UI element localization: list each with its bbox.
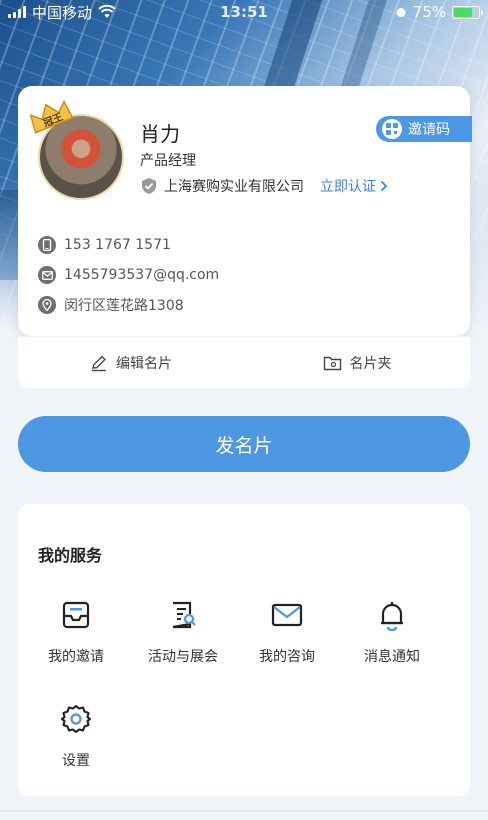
signal-icon (8, 6, 26, 18)
carrier-label: 中国移动 (32, 3, 93, 22)
bell-icon (375, 598, 409, 632)
service-label: 我的咨询 (259, 649, 315, 665)
clock: 13:51 (220, 3, 268, 21)
wifi-icon (98, 5, 116, 18)
contact-phone[interactable]: 153 1767 1571 (38, 230, 219, 260)
services-title: 我的服务 (38, 546, 103, 565)
service-my-inquiries[interactable]: 我的咨询 (232, 598, 342, 666)
contact-list: 153 1767 1571 1455793537@qq.com 闵行区莲花路13… (38, 230, 219, 320)
service-label: 设置 (62, 753, 90, 769)
my-services-panel: 我的服务 我的邀请 活动与展会 我的咨询 消息通知 设置 (18, 504, 470, 796)
status-bar: 中国移动 13:51 75% (0, 0, 488, 24)
card-actions: 编辑名片 名片夹 (18, 336, 470, 388)
company-row: 上海赛购实业有限公司 立即认证 (140, 176, 388, 196)
location-pin-icon (38, 296, 56, 314)
gear-icon (59, 702, 93, 736)
envelope-icon (38, 266, 56, 284)
pencil-icon (92, 355, 106, 371)
document-search-icon (166, 598, 200, 632)
company-name: 上海赛购实业有限公司 (164, 179, 304, 195)
contact-address[interactable]: 闵行区莲花路1308 (38, 290, 219, 320)
profile-card[interactable]: 冠王 肖力 产品经理 上海赛购实业有限公司 立即认证 邀请码 153 1767 … (18, 86, 472, 336)
folder-icon (323, 356, 341, 370)
edit-card-label: 编辑名片 (116, 355, 172, 372)
inbox-icon (59, 598, 93, 632)
send-card-label: 发名片 (215, 434, 273, 457)
mail-icon (270, 598, 304, 632)
phone-icon (38, 236, 56, 254)
service-label: 我的邀请 (48, 649, 104, 665)
verify-link[interactable]: 立即认证 (320, 176, 388, 196)
send-card-button[interactable]: 发名片 (18, 416, 470, 472)
contact-email[interactable]: 1455793537@qq.com (38, 260, 219, 290)
invite-code-button[interactable]: 邀请码 (376, 116, 472, 142)
alarm-icon (396, 8, 406, 17)
page: 中国移动 13:51 75% 冠王 肖力 产品经理 上海赛购实业有限公司 立即认… (0, 0, 488, 820)
battery-percent: 75% (412, 3, 446, 21)
service-events-expos[interactable]: 活动与展会 (128, 598, 238, 666)
verified-shield-icon (142, 178, 156, 194)
email-address: 1455793537@qq.com (64, 267, 220, 283)
invite-code-label: 邀请码 (408, 122, 450, 138)
profile-title: 产品经理 (140, 153, 196, 169)
card-folder-label: 名片夹 (349, 355, 392, 372)
chevron-right-icon (380, 180, 388, 192)
service-label: 活动与展会 (148, 649, 218, 665)
phone-number: 153 1767 1571 (64, 237, 171, 253)
verify-link-label: 立即认证 (320, 179, 376, 195)
service-label: 消息通知 (364, 649, 420, 665)
edit-card-button[interactable]: 编辑名片 (18, 353, 244, 373)
battery-icon (452, 5, 483, 19)
service-settings[interactable]: 设置 (21, 702, 131, 770)
address-text: 闵行区莲花路1308 (64, 298, 184, 314)
profile-name: 肖力 (140, 122, 180, 146)
qr-code-icon (382, 119, 402, 139)
card-folder-button[interactable]: 名片夹 (244, 353, 470, 373)
service-my-invitations[interactable]: 我的邀请 (21, 598, 131, 666)
avatar-wrap[interactable]: 冠王 (29, 100, 124, 200)
bottom-divider (0, 810, 488, 812)
service-notifications[interactable]: 消息通知 (337, 598, 447, 666)
